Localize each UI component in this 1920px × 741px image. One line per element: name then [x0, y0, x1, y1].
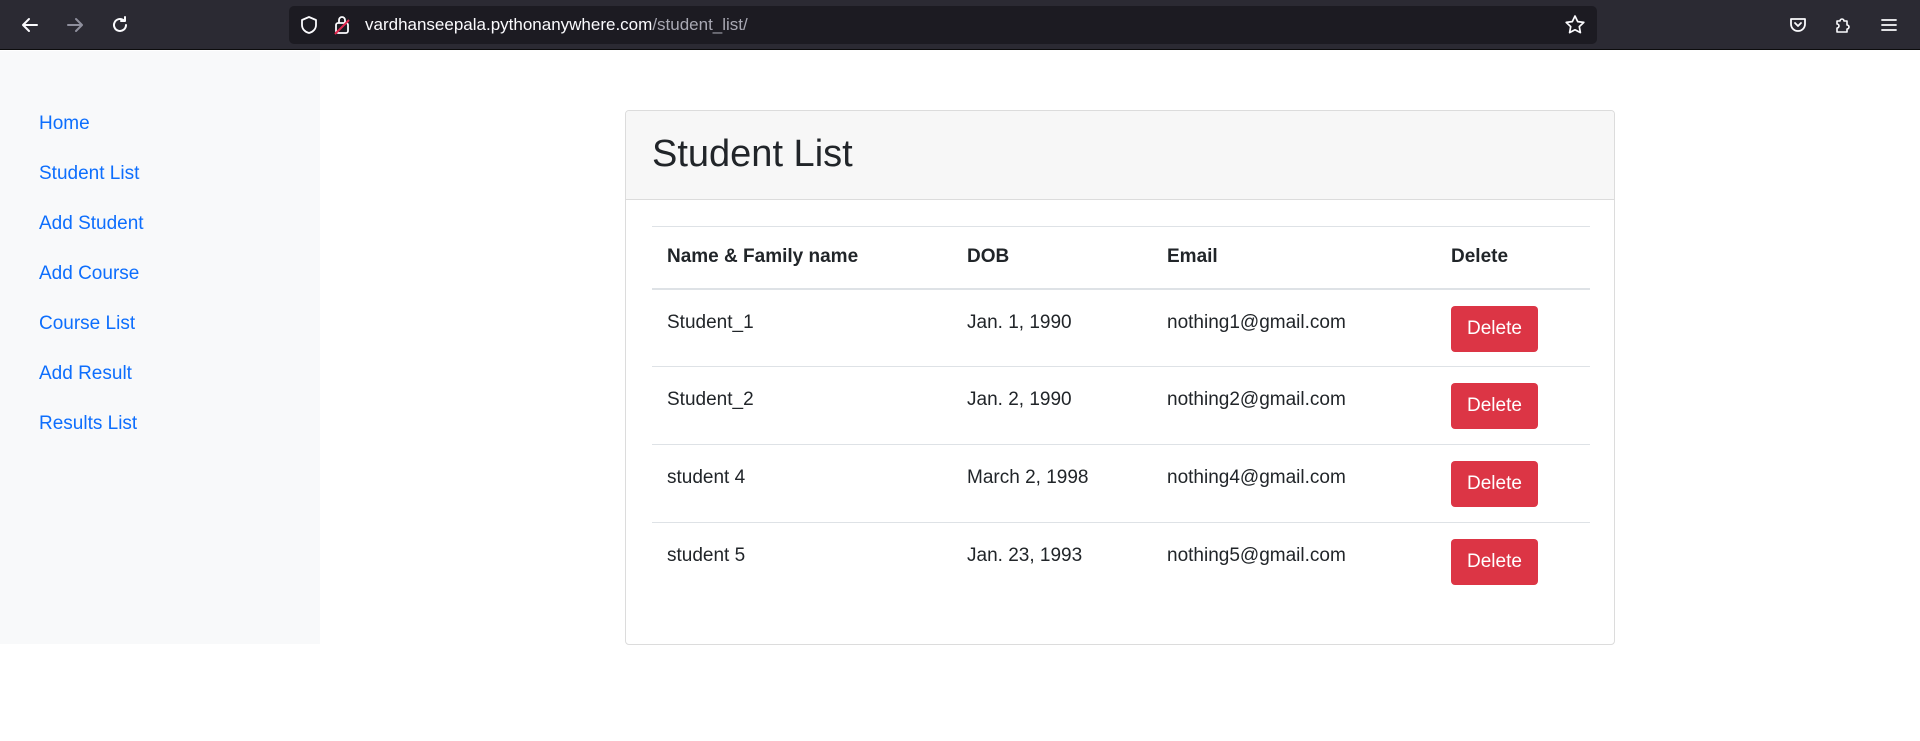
cell-dob: March 2, 1998	[967, 467, 1089, 488]
cell-action: Delete	[1436, 445, 1590, 523]
sidebar-link-home[interactable]: Home	[39, 113, 90, 134]
sidebar: Home Student List Add Student Add Course…	[0, 51, 320, 644]
sidebar-item-add-student: Add Student	[39, 212, 320, 262]
cell-dob: Jan. 2, 1990	[967, 389, 1072, 410]
sidebar-item-results-list: Results List	[39, 412, 320, 462]
pocket-icon	[1790, 18, 1806, 32]
delete-button[interactable]: Delete	[1451, 539, 1538, 585]
delete-button[interactable]: Delete	[1451, 305, 1538, 352]
reload-button[interactable]	[104, 9, 136, 41]
bookmark-button[interactable]	[1559, 9, 1591, 41]
url-path: /student_list/	[652, 15, 748, 34]
shield-icon[interactable]	[299, 15, 319, 35]
column-header-delete: Delete	[1451, 246, 1509, 268]
star-icon	[1565, 15, 1585, 34]
table-container: Name & Family name DOB Email Delete Stud…	[652, 226, 1590, 601]
delete-button[interactable]: Delete	[1451, 461, 1538, 507]
url-text[interactable]: vardhanseepala.pythonanywhere.com/studen…	[365, 15, 748, 35]
cell-email: nothing5@gmail.com	[1167, 545, 1346, 566]
table-row: student 5 Jan. 23, 1993 nothing5@gmail.c…	[652, 523, 1590, 601]
cell-email: nothing2@gmail.com	[1167, 389, 1346, 410]
cell-action: Delete	[1436, 289, 1590, 367]
reload-icon	[113, 16, 127, 32]
sidebar-link-student-list[interactable]: Student List	[39, 163, 139, 184]
card-header: Student List	[626, 111, 1614, 200]
page-title: Student List	[652, 133, 853, 175]
browser-toolbar: vardhanseepala.pythonanywhere.com/studen…	[0, 0, 1920, 50]
puzzle-icon	[1836, 18, 1850, 33]
table-row: Student_1 Jan. 1, 1990 nothing1@gmail.co…	[652, 289, 1590, 367]
table-row: student 4 March 2, 1998 nothing4@gmail.c…	[652, 445, 1590, 523]
extensions-button[interactable]	[1827, 9, 1859, 41]
cell-dob: Jan. 23, 1993	[967, 545, 1083, 566]
cell-email: nothing4@gmail.com	[1167, 467, 1346, 488]
sidebar-item-home: Home	[39, 112, 320, 162]
forward-button[interactable]	[59, 9, 91, 41]
column-header-email: Email	[1167, 246, 1218, 268]
cell-name: student 4	[667, 467, 746, 488]
cell-name: Student_1	[667, 311, 754, 333]
arrow-left-icon	[22, 18, 38, 32]
delete-button[interactable]: Delete	[1451, 383, 1538, 429]
sidebar-link-add-student[interactable]: Add Student	[39, 213, 144, 234]
header-row: Name & Family name DOB Email Delete	[652, 226, 1590, 289]
menu-button[interactable]	[1873, 9, 1905, 41]
sidebar-item-student-list: Student List	[39, 162, 320, 212]
sidebar-link-course-list[interactable]: Course List	[39, 313, 135, 334]
sidebar-nav: Home Student List Add Student Add Course…	[0, 51, 320, 462]
cell-name: Student_2	[667, 389, 754, 410]
insecure-lock-icon[interactable]	[333, 15, 351, 35]
table-body: Student_1 Jan. 1, 1990 nothing1@gmail.co…	[652, 289, 1590, 601]
table-header: Name & Family name DOB Email Delete	[652, 226, 1590, 289]
sidebar-link-results-list[interactable]: Results List	[39, 413, 137, 434]
cell-email: nothing1@gmail.com	[1167, 311, 1346, 333]
cell-dob: Jan. 1, 1990	[967, 311, 1072, 333]
cell-action: Delete	[1436, 367, 1590, 445]
sidebar-item-course-list: Course List	[39, 312, 320, 362]
url-host: vardhanseepala.pythonanywhere.com	[365, 15, 653, 34]
column-header-name: Name & Family name	[667, 246, 859, 268]
arrow-right-icon	[67, 18, 83, 32]
sidebar-item-add-course: Add Course	[39, 262, 320, 312]
sidebar-link-add-course[interactable]: Add Course	[39, 263, 139, 284]
column-header-dob: DOB	[967, 246, 1010, 268]
table-row: Student_2 Jan. 2, 1990 nothing2@gmail.co…	[652, 367, 1590, 445]
hamburger-menu-icon	[1881, 19, 1897, 31]
sidebar-item-add-result: Add Result	[39, 362, 320, 412]
url-bar[interactable]: vardhanseepala.pythonanywhere.com/studen…	[289, 6, 1597, 44]
student-table: Name & Family name DOB Email Delete Stud…	[652, 226, 1590, 601]
student-list-card: Student List Name & Family name DOB Emai…	[625, 110, 1615, 645]
cell-action: Delete	[1436, 523, 1590, 601]
sidebar-link-add-result[interactable]: Add Result	[39, 363, 132, 384]
cell-name: student 5	[667, 545, 746, 566]
back-button[interactable]	[14, 9, 46, 41]
pocket-button[interactable]	[1782, 9, 1814, 41]
